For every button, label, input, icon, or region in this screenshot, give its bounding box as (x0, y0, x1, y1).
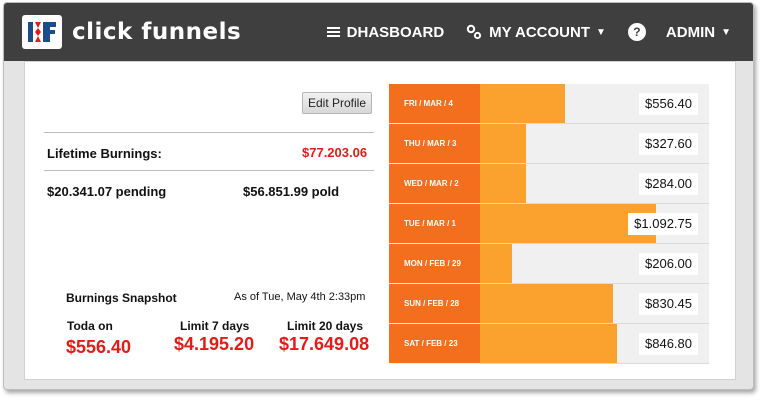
lifetime-burnings-value: $77.203.06 (302, 145, 368, 160)
snapshot-title: Burnings Snapshot (66, 291, 177, 305)
today-label: Toda on (67, 319, 113, 333)
clickfunnels-logo[interactable]: click funnels (22, 15, 241, 49)
amount-label: $206.00 (639, 253, 698, 275)
bar-track: $846.80 (480, 324, 709, 363)
bar-track: $830.45 (480, 284, 709, 323)
lifetime-burnings-label: Lifetime Burnings: (47, 146, 162, 161)
amount-label: $327.60 (639, 133, 698, 155)
daily-row: SUN / FEB / 28 $830.45 (389, 284, 709, 324)
earnings-bar (480, 164, 526, 203)
bar-track: $284.00 (480, 164, 709, 203)
nav-dashboard[interactable]: DHASBOARD (326, 23, 445, 41)
top-navbar: click funnels DHASBOARD MY ACCOUNT ▼ ? A… (4, 3, 753, 61)
daily-row: MON / FEB / 29 $206.00 (389, 244, 709, 284)
bar-track: $556.40 (480, 84, 709, 123)
pending-amount: $20.341.07 pending (47, 184, 167, 199)
daily-row: FRI / MAR / 4 $556.40 (389, 84, 709, 124)
daily-row: TUE / MAR / 1 $1.092.75 (389, 204, 709, 244)
nav-my-account-label: MY ACCOUNT (489, 23, 591, 41)
nav-admin-label: ADMIN (665, 23, 716, 41)
edit-profile-button[interactable]: Edit Profile (302, 92, 372, 114)
earnings-bar (480, 124, 526, 163)
amount-label: $1.092.75 (628, 213, 698, 235)
caret-down-icon: ▼ (596, 26, 606, 38)
daily-row: SAT / FEB / 23 $846.80 (389, 324, 709, 364)
snapshot-timestamp: As of Tue, May 4th 2:33pm (234, 291, 366, 303)
earnings-bar (480, 244, 513, 283)
today-value: $556.40 (66, 337, 132, 357)
daily-row: THU / MAR / 3 $327.60 (389, 124, 709, 164)
day-label: MON / FEB / 29 (389, 244, 480, 283)
day-label: FRI / MAR / 4 (389, 84, 480, 123)
day-label: TUE / MAR / 1 (389, 204, 480, 243)
help-icon[interactable]: ? (627, 23, 646, 41)
daily-row: WED / MAR / 2 $284.00 (389, 164, 709, 204)
nav-my-account[interactable]: MY ACCOUNT ▼ (466, 24, 606, 41)
nav-dashboard-label: DHASBOARD (346, 23, 445, 41)
nav-admin[interactable]: ADMIN ▼ (666, 24, 731, 41)
limit-20-days-value: $17.649.08 (279, 334, 370, 354)
limit-7-days-value: $4.195.20 (174, 334, 255, 354)
earnings-bar (480, 284, 613, 323)
limit-20-days-label: Limit 20 days (287, 319, 364, 333)
amount-label: $284.00 (639, 173, 698, 195)
amount-label: $846.80 (639, 333, 698, 355)
menu-icon (326, 27, 340, 37)
bar-track: $1.092.75 (480, 204, 709, 243)
paid-amount: $56.851.99 pold (243, 184, 340, 199)
day-label: SAT / FEB / 23 (389, 324, 480, 363)
earnings-bar (480, 324, 618, 363)
amount-label: $830.45 (639, 293, 698, 315)
logo-text: click funnels (72, 19, 242, 45)
day-label: WED / MAR / 2 (389, 164, 480, 203)
gear-icon (466, 24, 482, 40)
daily-earnings-chart: FRI / MAR / 4 $556.40 THU / MAR / 3 $327.60… (389, 84, 709, 364)
nav-menu: DHASBOARD MY ACCOUNT ▼ ? ADMIN ▼ (326, 3, 753, 61)
divider (44, 170, 374, 171)
day-label: SUN / FEB / 28 (389, 284, 480, 323)
limit-7-days-label: Limit 7 days (180, 319, 250, 333)
day-label: THU / MAR / 3 (389, 124, 480, 163)
caret-down-icon: ▼ (721, 26, 731, 38)
row-divider (480, 363, 709, 364)
earnings-bar (480, 84, 565, 123)
logo-mark-icon (22, 15, 62, 49)
divider (44, 132, 374, 133)
bar-track: $206.00 (480, 244, 709, 283)
amount-label: $556.40 (639, 93, 698, 115)
bar-track: $327.60 (480, 124, 709, 163)
